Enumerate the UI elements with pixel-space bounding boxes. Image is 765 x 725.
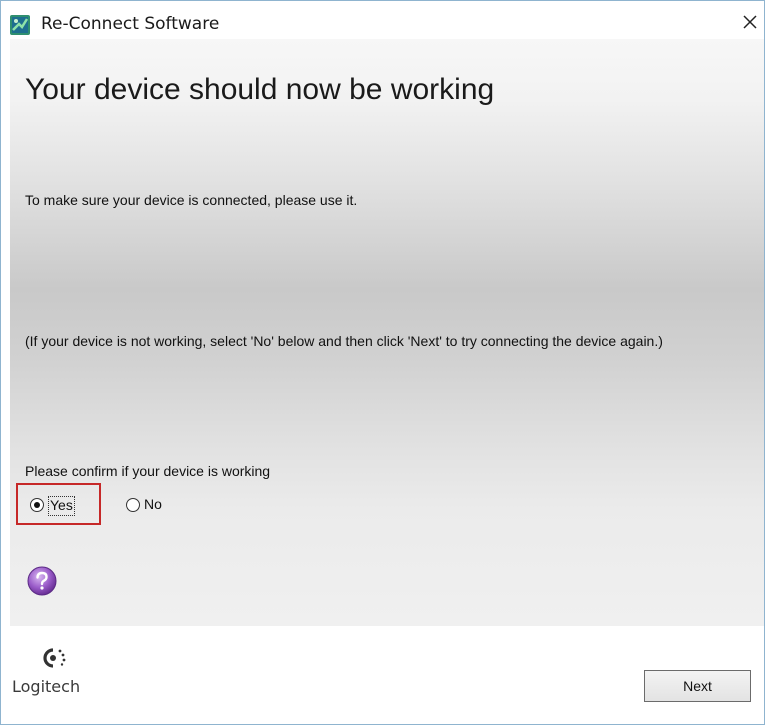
radio-selected-dot (34, 502, 40, 508)
window-title: Re-Connect Software (41, 14, 220, 34)
question-mark-icon[interactable] (27, 566, 57, 596)
footer: Logitech Next (1, 626, 764, 724)
next-button[interactable]: Next (644, 670, 751, 702)
close-icon[interactable] (739, 11, 761, 33)
radio-no-label: No (144, 496, 162, 512)
retry-note: (If your device is not working, select '… (25, 333, 663, 349)
radio-yes-circle[interactable] (30, 498, 44, 512)
radio-no-circle[interactable] (126, 498, 140, 512)
title-bar: Re-Connect Software (1, 1, 764, 39)
page-title: Your device should now be working (25, 73, 495, 106)
yes-focus-rect: Yes (48, 496, 75, 516)
info-text: To make sure your device is connected, p… (25, 192, 358, 208)
confirm-label: Please confirm if your device is working (25, 463, 271, 479)
content-panel: Your device should now be working To mak… (10, 39, 764, 626)
reconnect-window: Re-Connect Software Your device should n… (0, 0, 765, 725)
logitech-logo-icon (43, 648, 66, 668)
logitech-logo-text: Logitech (12, 677, 81, 696)
radio-yes-label: Yes (50, 497, 73, 513)
app-icon (10, 15, 30, 35)
